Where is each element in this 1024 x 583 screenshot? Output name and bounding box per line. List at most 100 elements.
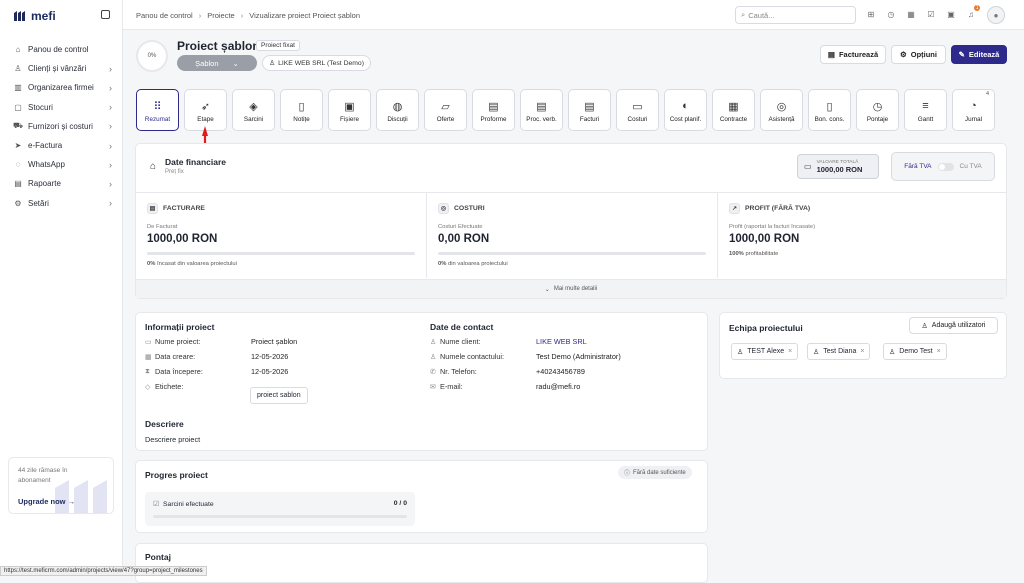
info-row-tags: ◇ Etichete: — [145, 382, 251, 391]
messages-icon[interactable]: ▣ — [945, 8, 957, 20]
sidebar-nav: ⌂ Panou de control ♙ Clienți și vânzări › ▥ Or… — [8, 40, 116, 213]
sidebar-item-2[interactable]: ▥ Organizarea firmei › — [8, 78, 116, 97]
users-icon: ♙ — [14, 64, 22, 74]
template-select[interactable]: Șablon ⌄ — [177, 55, 257, 71]
team-member-chip: ♙ Test Diana × — [807, 343, 871, 360]
client-link[interactable]: LIKE WEB SRL — [536, 337, 587, 346]
contact-title: Date de contact — [430, 322, 494, 332]
sliders-icon: ⚙ — [900, 50, 907, 59]
tab-label: Costuri — [627, 116, 648, 123]
tab-label: Notițe — [293, 116, 310, 123]
sidebar-item-label: Furnizori și costuri — [28, 121, 93, 131]
checkbox-icon[interactable]: ☑ — [925, 8, 937, 20]
remove-icon[interactable]: × — [937, 348, 941, 355]
sidebar-item-6[interactable]: ◌ WhatsApp › — [8, 155, 116, 174]
user-icon: ♙ — [430, 338, 437, 346]
billing-value: 1000,00 RON — [147, 233, 218, 245]
sidebar-item-5[interactable]: ➤ e-Factura › — [8, 136, 116, 155]
arrow-right-icon: → — [67, 497, 76, 506]
sidebar-item-label: Stocuri — [28, 102, 53, 112]
timer-icon[interactable]: ◷ — [885, 8, 897, 20]
pontaj-title: Pontaj — [145, 552, 171, 562]
trial-remaining-text: 44 zile rămase în abonament — [18, 467, 68, 484]
edit-button[interactable]: ✎ Editează — [951, 45, 1007, 64]
total-value: 1000,00 RON — [816, 164, 863, 174]
tab-0[interactable]: ⠿ Rezumat — [136, 89, 179, 131]
info-value: 12-05-2026 — [251, 367, 289, 376]
chevron-right-icon: › — [109, 140, 112, 151]
upgrade-card: 44 zile rămase în abonament Upgrade now … — [8, 457, 114, 514]
sidebar-item-3[interactable]: ▢ Stocuri › — [8, 98, 116, 117]
sidebar-item-4[interactable]: ⛟ Furnizori și costuri › — [8, 117, 116, 136]
sidebar-item-8[interactable]: ⚙ Setări › — [8, 194, 116, 213]
tag-chip[interactable]: proiect sablon — [250, 387, 308, 404]
more-details-button[interactable]: ⌄ Mai multe detalii — [136, 279, 1006, 298]
add-users-button[interactable]: ♙ Adaugă utilizatori — [909, 317, 998, 334]
billing-header: FACTURARE — [163, 205, 205, 212]
tab-10[interactable]: ▭ Costuri — [616, 89, 659, 131]
tab-6[interactable]: ▱ Oferte — [424, 89, 467, 131]
receipt-icon: ▯ — [826, 101, 833, 113]
tab-label: Facturi — [579, 116, 600, 123]
tab-12[interactable]: ▦ Contracte — [712, 89, 755, 131]
bell-icon[interactable]: ♫ 1 — [965, 5, 980, 20]
brand-logo[interactable]: mefi — [14, 9, 56, 23]
tab-3[interactable]: ▯ Notițe — [280, 89, 323, 131]
tab-17[interactable]: ◔ Jurnal 4 — [952, 89, 995, 131]
total-value-box: ▭ VALOARE TOTALĂ 1000,00 RON — [797, 154, 879, 179]
remove-icon[interactable]: × — [860, 348, 864, 355]
folder-icon: ▭ — [145, 338, 152, 346]
info-label: Nume proiect: — [155, 337, 201, 346]
trend-icon: ↗ — [729, 203, 740, 214]
sidebar-item-0[interactable]: ⌂ Panou de control — [8, 40, 116, 59]
billing-footer-percent: 0% — [147, 261, 156, 267]
tab-8[interactable]: ▤ Proc. verb. — [520, 89, 563, 131]
notification-badge: 1 — [974, 5, 980, 11]
tab-7[interactable]: ▤ Proforme — [472, 89, 515, 131]
chevron-right-icon: › — [198, 11, 202, 20]
contact-label: Numele contactului: — [440, 352, 505, 361]
sidebar-item-1[interactable]: ♙ Clienți și vânzări › — [8, 59, 116, 78]
avatar[interactable]: ● — [987, 6, 1005, 24]
invoice-button[interactable]: ▤ Facturează — [820, 45, 886, 64]
whatsapp-icon: ◌ — [15, 160, 21, 170]
tab-1[interactable]: ➶ Etape — [184, 89, 227, 131]
tab-11[interactable]: ◐ Cost planif. — [664, 89, 707, 131]
remove-icon[interactable]: × — [788, 348, 792, 355]
tab-5[interactable]: ◍ Discuții — [376, 89, 419, 131]
tab-label: Pontaje — [866, 116, 889, 123]
billing-progress-bar — [147, 252, 415, 255]
financial-subtitle: Preț fix — [165, 169, 184, 175]
more-details-label: Mai multe detalii — [553, 286, 598, 292]
search-input[interactable]: ⌕ Caută... — [735, 6, 856, 24]
sidebar-item-7[interactable]: ▤ Rapoarte › — [8, 174, 116, 193]
breadcrumb-projects[interactable]: Proiecte — [207, 11, 235, 20]
info-row-created: ▦ Data creare: 12-05-2026 — [145, 352, 288, 361]
tab-label: Discuții — [387, 116, 408, 123]
tab-15[interactable]: ◷ Pontaje — [856, 89, 899, 131]
tab-count-badge: 4 — [985, 91, 989, 97]
vat-switch[interactable] — [937, 162, 954, 171]
profit-footer: 100% profitabilitate — [729, 251, 778, 257]
search-placeholder: Caută... — [748, 10, 775, 20]
tab-9[interactable]: ▤ Facturi — [568, 89, 611, 131]
upgrade-now-link[interactable]: Upgrade now → — [18, 497, 75, 506]
tab-4[interactable]: ▣ Fișiere — [328, 89, 371, 131]
options-button[interactable]: ⚙ Opțiuni — [891, 45, 946, 64]
collapse-sidebar-icon[interactable] — [101, 10, 110, 19]
tab-2[interactable]: ◈ Sarcini — [232, 89, 275, 131]
add-user-icon: ♙ — [921, 322, 928, 330]
financial-header: ⌂ Date financiare Preț fix — [150, 157, 226, 175]
calendar-icon[interactable]: ▦ — [905, 8, 917, 20]
tab-14[interactable]: ▯ Bon. cons. — [808, 89, 851, 131]
chevron-down-icon: ⌄ — [232, 58, 239, 68]
add-icon[interactable]: ⊞ — [865, 8, 877, 20]
breadcrumb-dashboard[interactable]: Panou de control — [136, 11, 193, 20]
tab-13[interactable]: ◎ Asistență — [760, 89, 803, 131]
tab-16[interactable]: ≡ Gantt — [904, 89, 947, 131]
contact-row-client: ♙ Nume client: LIKE WEB SRL — [430, 337, 587, 346]
client-chip[interactable]: ♙ LIKE WEB SRL (Test Demo) — [262, 55, 371, 71]
tab-label: Proforme — [480, 116, 507, 123]
vat-toggle[interactable]: Fără TVA Cu TVA — [891, 152, 995, 181]
mail-icon: ✉ — [430, 383, 436, 391]
